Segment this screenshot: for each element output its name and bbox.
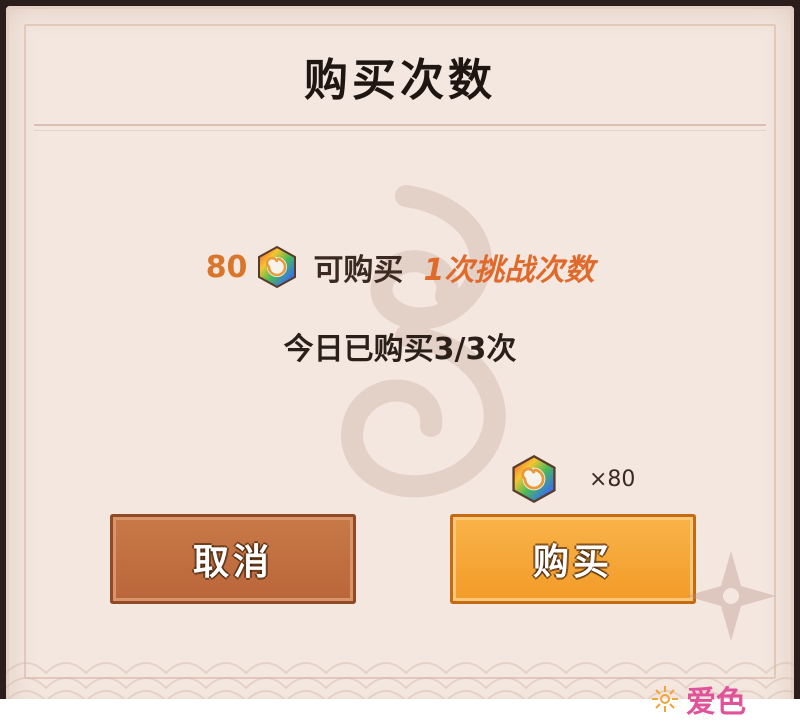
daily-purchase-status: 今日已购买3/3次 [283,332,517,367]
watermark: 爱色 [650,677,746,721]
purchase-offer: 80 可购买 1次挑战次数 [6,242,794,292]
title-divider [34,124,766,126]
buy-button[interactable]: 购买 [450,514,696,604]
buy-cost: ×80 [509,454,635,504]
cancel-button-label: 取消 [192,542,273,583]
rainbow-gem-icon [258,245,297,289]
dialog-title: 购买次数 [304,55,496,106]
footer-strip: 爱色 [0,685,800,725]
offer-price: 80 [205,249,248,285]
purchase-amount: 1次挑战次数 [423,253,595,288]
dialog-panel: 购买次数 80 可购买 1次挑战次数 今日已购买3/3次 ×80 取消 购买 [6,6,794,719]
watermark-text: 爱色 [686,685,746,720]
flower-logo-icon [652,686,678,712]
title-divider-inner [34,130,766,131]
cancel-button[interactable]: 取消 [110,514,356,604]
cost-count: ×80 [589,466,636,492]
window-frame: 购买次数 80 可购买 1次挑战次数 今日已购买3/3次 ×80 取消 购买 爱… [0,0,800,725]
purchase-label: 可购买 [313,253,404,288]
buy-button-label: 购买 [532,542,613,583]
rainbow-gem-icon [512,454,556,504]
